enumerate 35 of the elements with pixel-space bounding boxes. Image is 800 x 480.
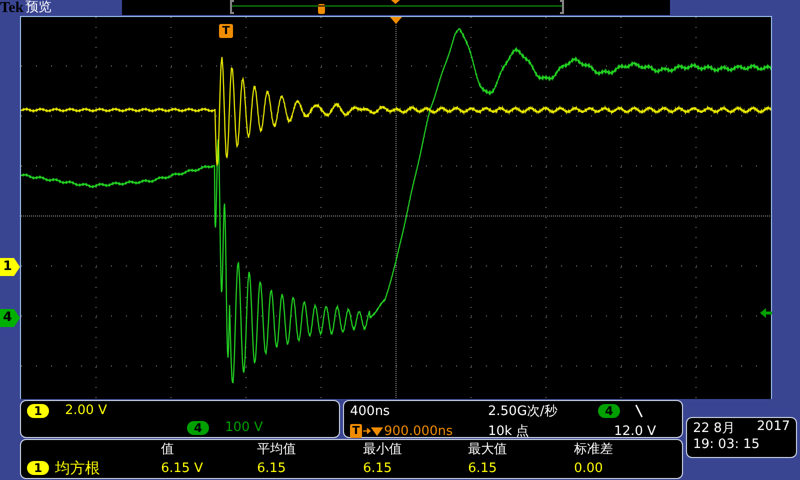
measurement-value: 6.15 <box>468 460 498 476</box>
date-label: 22 8月 <box>693 420 735 437</box>
volts-per-div: 2.00 V <box>65 403 107 418</box>
measurement-value: 6.15 <box>257 460 287 476</box>
trigger-level: 12.0 V <box>614 424 657 438</box>
time-per-div: 400ns <box>350 404 391 418</box>
trigger-level-icon[interactable] <box>760 308 772 318</box>
channel-badge: 1 <box>27 404 49 418</box>
measurement-value: 6.15 V <box>161 460 204 476</box>
sample-rate: 2.50G次/秒 <box>488 403 558 420</box>
measurement-type: 均方根 <box>55 458 100 478</box>
record-length: 10k 点 <box>488 423 530 440</box>
column-header: 值 <box>161 441 175 458</box>
year-label: 2017 <box>756 419 790 436</box>
channel-marker[interactable]: 4 <box>0 309 20 327</box>
column-header: 标准差 <box>574 441 614 458</box>
trigger-source-badge: 4 <box>598 404 620 418</box>
mode-label: 预览 <box>26 0 52 16</box>
time-label: 19: 03: 15 <box>693 437 761 452</box>
channel-badge: 4 <box>187 420 209 434</box>
falling-edge-icon <box>634 403 644 419</box>
channel-marker[interactable]: 1 <box>0 258 20 276</box>
brand-logo: Tek <box>0 0 24 16</box>
measurement-value: 6.15 <box>363 460 393 476</box>
trigger-badge: T <box>350 424 362 438</box>
trigger-position-icon <box>390 17 402 24</box>
column-header: 最小值 <box>363 441 403 458</box>
trigger-delay: 900.000ns <box>384 424 453 438</box>
arrow-icon <box>363 426 383 436</box>
volts-per-div: 100 V <box>225 420 263 435</box>
column-header: 平均值 <box>257 441 297 458</box>
column-header: 最大值 <box>468 441 508 458</box>
trigger-marker[interactable]: T <box>219 24 233 38</box>
measurement-value: 0.00 <box>574 460 604 476</box>
channel-badge: 1 <box>27 461 49 476</box>
